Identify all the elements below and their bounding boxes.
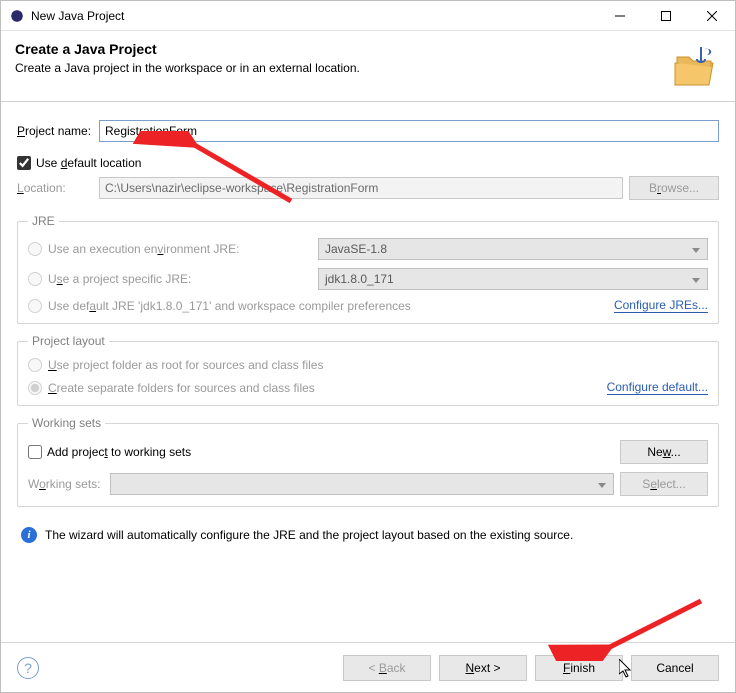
layout-single-folder-label: Use project folder as root for sources a…	[48, 358, 323, 372]
layout-separate-folders-label: Create separate folders for sources and …	[48, 381, 315, 395]
working-sets-legend: Working sets	[28, 416, 105, 430]
wizard-title: Create a Java Project	[15, 41, 671, 57]
project-name-input[interactable]	[99, 120, 719, 142]
jre-group: JRE Use an execution environment JRE: Ja…	[17, 214, 719, 324]
info-row: i The wizard will automatically configur…	[17, 517, 719, 547]
next-button[interactable]: Next >	[439, 655, 527, 681]
jre-default-label: Use default JRE 'jdk1.8.0_171' and works…	[48, 299, 411, 313]
wizard-subtitle: Create a Java project in the workspace o…	[15, 61, 671, 75]
working-sets-group: Working sets Add project to working sets…	[17, 416, 719, 507]
new-working-set-button[interactable]: New...	[620, 440, 708, 464]
use-default-location-checkbox[interactable]	[17, 156, 31, 170]
jre-execution-env-combo: JavaSE-1.8	[318, 238, 708, 260]
configure-default-link[interactable]: Configure default...	[607, 380, 708, 395]
jre-legend: JRE	[28, 214, 59, 228]
titlebar: New Java Project	[1, 1, 735, 31]
add-to-working-sets-checkbox[interactable]	[28, 445, 42, 459]
cancel-button[interactable]: Cancel	[631, 655, 719, 681]
jre-default-radio	[28, 299, 42, 313]
info-text: The wizard will automatically configure …	[45, 528, 573, 542]
info-icon: i	[21, 527, 37, 543]
browse-button: Browse...	[629, 176, 719, 200]
add-to-working-sets-label: Add project to working sets	[47, 445, 191, 459]
layout-separate-folders-radio	[28, 381, 42, 395]
finish-button[interactable]: Finish	[535, 655, 623, 681]
eclipse-icon	[9, 8, 25, 24]
project-name-label: Project name:	[17, 124, 99, 138]
location-input	[99, 177, 623, 199]
wizard-footer: ? < Back Next > Finish Cancel	[1, 642, 735, 692]
configure-jres-link[interactable]: Configure JREs...	[614, 298, 708, 313]
close-button[interactable]	[689, 1, 735, 31]
back-button: < Back	[343, 655, 431, 681]
wizard-header: Create a Java Project Create a Java proj…	[1, 31, 735, 102]
use-default-location-label: Use default location	[36, 156, 141, 170]
jre-project-specific-radio	[28, 272, 42, 286]
folder-java-icon	[671, 45, 719, 93]
jre-execution-env-radio	[28, 242, 42, 256]
location-label: Location:	[17, 181, 99, 195]
select-working-set-button: Select...	[620, 472, 708, 496]
working-sets-combo	[110, 473, 614, 495]
help-button[interactable]: ?	[17, 657, 39, 679]
working-sets-label: Working sets:	[28, 477, 110, 491]
maximize-button[interactable]	[643, 1, 689, 31]
jre-project-specific-label: Use a project specific JRE:	[48, 272, 318, 286]
wizard-content: Project name: Use default location Locat…	[1, 102, 735, 551]
jre-project-specific-combo: jdk1.8.0_171	[318, 268, 708, 290]
project-layout-legend: Project layout	[28, 334, 109, 348]
window-title: New Java Project	[31, 9, 597, 23]
jre-execution-env-label: Use an execution environment JRE:	[48, 242, 318, 256]
minimize-button[interactable]	[597, 1, 643, 31]
layout-single-folder-radio	[28, 358, 42, 372]
project-layout-group: Project layout Use project folder as roo…	[17, 334, 719, 406]
